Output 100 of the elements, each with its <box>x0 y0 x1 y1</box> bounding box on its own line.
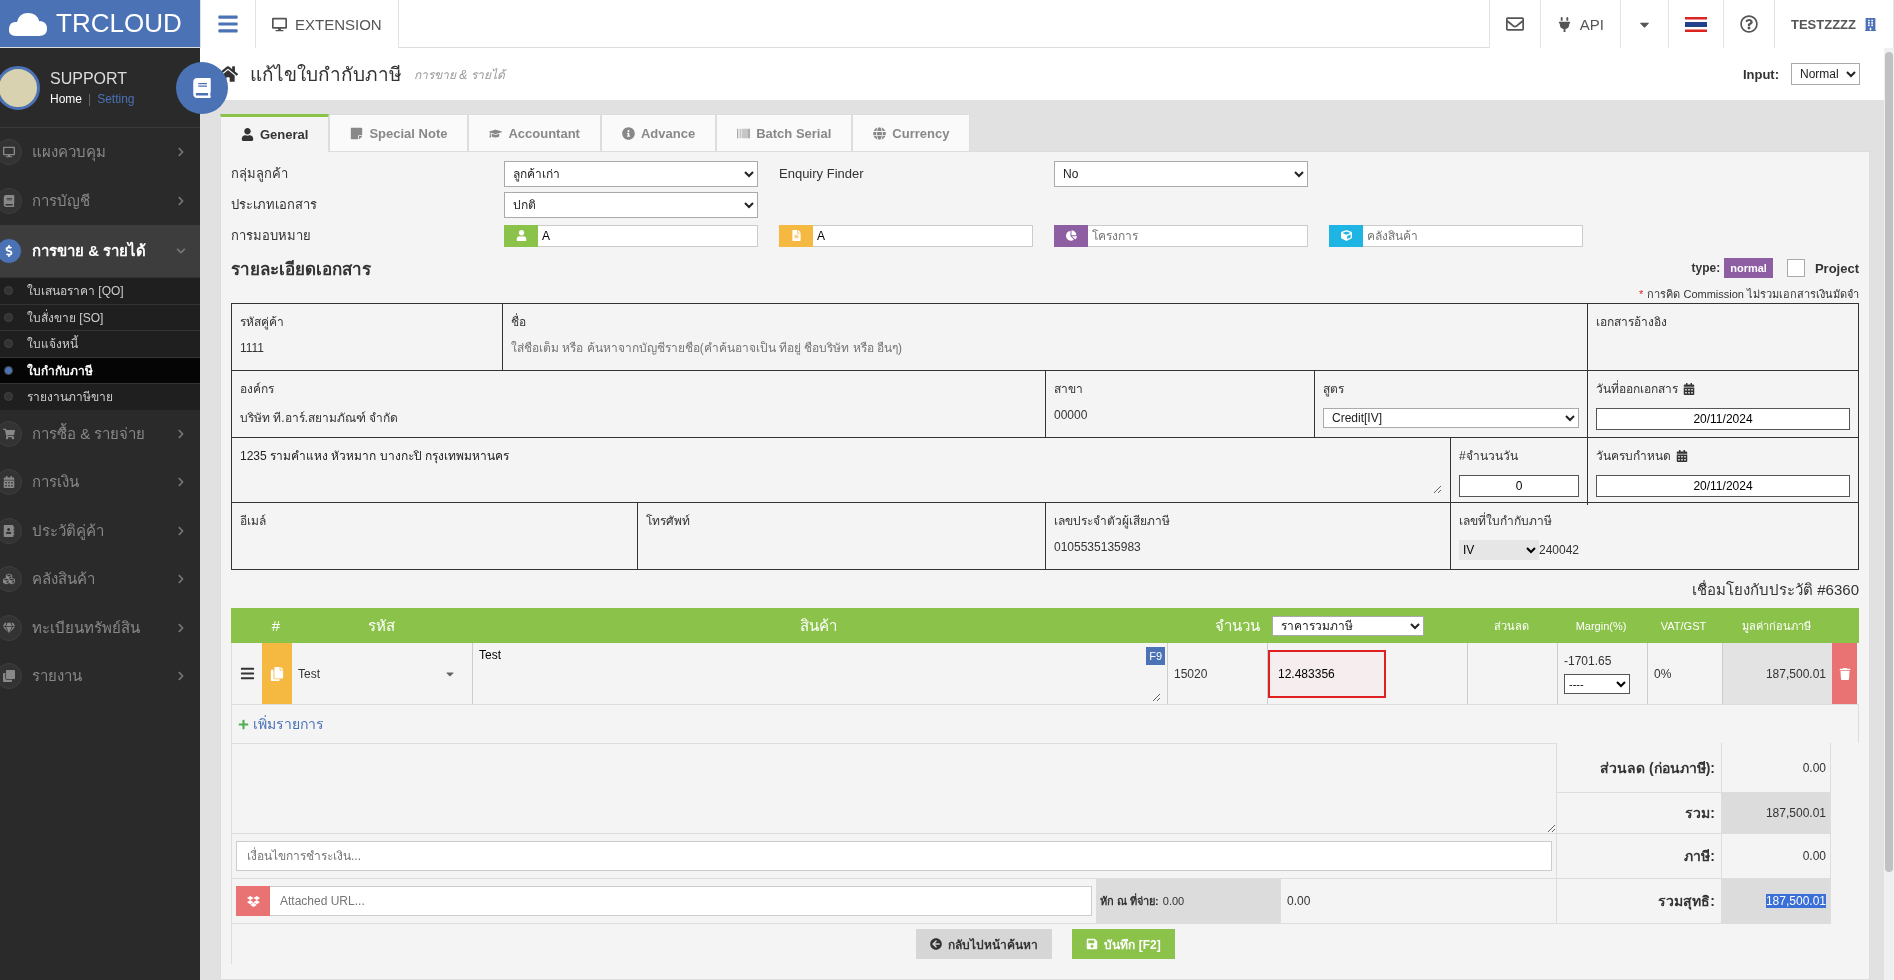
assignment-field[interactable]: A <box>538 224 758 247</box>
tab[interactable]: Batch Serial <box>716 114 853 152</box>
menu-item[interactable]: ประวัติคู่ค้า <box>0 506 200 555</box>
submenu-item[interactable]: ใบกำกับภาษี <box>0 356 200 383</box>
assignment-field[interactable]: โครงการ <box>1088 224 1308 247</box>
field-label: ชื่อ <box>511 312 527 331</box>
field-label: เลขประจำตัวผู้เสียภาษี <box>1054 513 1171 530</box>
field-label: Enquiry Finder <box>779 166 865 181</box>
drag-handle-icon[interactable] <box>239 666 255 681</box>
table-cell: 187,500.01 <box>1765 666 1826 681</box>
flag-icon <box>1685 16 1707 32</box>
menu-item[interactable]: การเงิน <box>0 458 200 507</box>
assignment-field[interactable]: คลังสินค้า <box>1363 224 1583 247</box>
notes-field[interactable] <box>231 743 1556 834</box>
column-header: สินค้า <box>799 615 838 636</box>
history-link[interactable]: เชื่อมโยงกับประวัติ #6360 <box>1692 581 1859 598</box>
plus-icon <box>238 718 249 730</box>
summary-value: 187,500.01 <box>1765 806 1826 820</box>
days-field[interactable]: 0 <box>1459 475 1579 497</box>
margin-select[interactable]: ---- <box>1564 673 1630 694</box>
field-value: 1111 <box>240 341 266 355</box>
link-separator: | <box>88 91 92 106</box>
withholding-value: 0.00 <box>1162 895 1185 907</box>
menu-item[interactable]: รายงาน <box>0 652 200 701</box>
price-field[interactable]: 12.483356 <box>1268 649 1386 698</box>
user-icon <box>241 128 254 141</box>
trash-icon <box>1838 667 1851 680</box>
invoice-number: 240042 <box>1539 543 1580 557</box>
commission-note: * การคิด Commission ไม่รวมเอกสารเงินมัดจำ <box>1638 287 1859 302</box>
address-field[interactable]: 1235 รามคำแหง หัวหมาก บางกะปิ กรุงเทพมหานคร <box>240 446 1442 494</box>
document-type-select[interactable]: ปกติ <box>504 191 758 218</box>
chevron-right-icon <box>176 428 186 439</box>
book-icon <box>192 78 212 98</box>
assignment-field[interactable]: A <box>813 224 1033 247</box>
submenu-item[interactable]: ใบสั่งขาย [SO] <box>0 303 200 330</box>
field-label: ประเภทเอกสาร <box>231 196 318 214</box>
add-item-link[interactable]: เพิ่มรายการ <box>238 713 324 735</box>
field-label: วันครบกำหนด <box>1596 446 1850 465</box>
book-button[interactable] <box>176 62 228 114</box>
menu-item[interactable]: ทะเบียนทรัพย์สิน <box>0 603 200 652</box>
building-icon <box>1864 17 1877 31</box>
summary-value: 187,500.01 <box>1765 894 1826 908</box>
note-icon <box>350 126 364 140</box>
api-button[interactable]: API <box>1540 0 1621 48</box>
page-title: แก้ไขใบกำกับภาษี <box>250 63 402 87</box>
invoice-prefix-select[interactable]: IV <box>1459 540 1539 560</box>
submenu-item[interactable]: ใบเสนอราคา [QO] <box>0 277 200 304</box>
submenu-item[interactable]: รายงานภาษีขาย <box>0 383 200 410</box>
delete-button[interactable] <box>1832 643 1857 704</box>
extension-button[interactable]: EXTENSION <box>256 0 399 48</box>
submenu-item[interactable]: ใบแจ้งหนี้ <box>0 330 200 357</box>
chevron-right-icon <box>176 671 186 682</box>
avatar <box>0 65 40 110</box>
menu-item[interactable]: การซื้อ & รายจ่าย <box>0 409 200 458</box>
home-link[interactable]: Home <box>50 91 82 106</box>
field-value: บริษัท ที.อาร์.สยามภัณฑ์ จำกัด <box>240 410 400 427</box>
payment-terms-field[interactable]: เงื่อนไขการชำระเงิน... <box>236 841 1552 871</box>
formula-select[interactable]: Credit[IV] <box>1323 408 1579 428</box>
date-field[interactable]: 20/11/2024 <box>1596 408 1850 430</box>
customer-group-select[interactable]: ลูกค้าเก่า <box>504 160 758 187</box>
menu-item[interactable]: คลังสินค้า <box>0 555 200 604</box>
price-type-select[interactable]: ราคารวมภาษี <box>1272 615 1424 636</box>
page-subtitle: การขาย & รายได้ <box>414 66 505 84</box>
tab[interactable]: General <box>220 114 330 152</box>
attached-url-field[interactable]: Attached URL... <box>270 886 1092 916</box>
shortcut-badge[interactable]: F9 <box>1146 647 1165 665</box>
column-header: จำนวน <box>1214 615 1261 636</box>
field-label: การมอบหมาย <box>231 227 312 245</box>
column-header: ส่วนลด <box>1492 618 1530 634</box>
table-cell: 15020 <box>1174 666 1208 681</box>
chevron-right-icon <box>176 477 186 488</box>
back-button[interactable]: กลับไปหน้าค้นหา <box>916 929 1053 959</box>
menu-item[interactable]: แผงควบคุม <box>0 128 200 177</box>
field-label: สูตร <box>1323 381 1345 398</box>
mail-button[interactable] <box>1488 0 1541 48</box>
menu-item[interactable]: การบัญชี <box>0 176 200 225</box>
dropbox-icon[interactable] <box>236 886 270 916</box>
menu-item[interactable]: การขาย & รายได้ <box>0 225 200 277</box>
plug-icon <box>1556 16 1572 32</box>
project-checkbox[interactable] <box>1786 259 1805 277</box>
user-name: SUPPORT <box>50 69 129 88</box>
type-badge: normal <box>1724 258 1773 278</box>
menu-button[interactable] <box>200 0 256 48</box>
calendar-icon <box>1676 449 1688 462</box>
summary-value: 0.00 <box>1802 849 1826 863</box>
project-label: Project <box>1814 260 1859 276</box>
enquiry-finder-select[interactable]: No <box>1054 160 1308 187</box>
type-label: type: <box>1691 261 1721 275</box>
help-button[interactable] <box>1724 0 1775 48</box>
date-field[interactable]: 20/11/2024 <box>1596 475 1850 497</box>
column-header: VAT/GST <box>1659 619 1708 632</box>
field-label: โทรศัพท์ <box>646 513 691 530</box>
chevron-right-icon <box>176 195 186 206</box>
user-menu[interactable]: TESTZZZZ <box>1775 0 1894 48</box>
input-label: Input: <box>1742 66 1779 82</box>
language-button[interactable] <box>1669 0 1724 48</box>
tab[interactable]: Accountant <box>468 114 601 152</box>
input-mode-select[interactable]: Normal <box>1791 63 1860 85</box>
chevron-right-icon <box>176 525 186 536</box>
field-label: อีเมล์ <box>240 513 267 530</box>
